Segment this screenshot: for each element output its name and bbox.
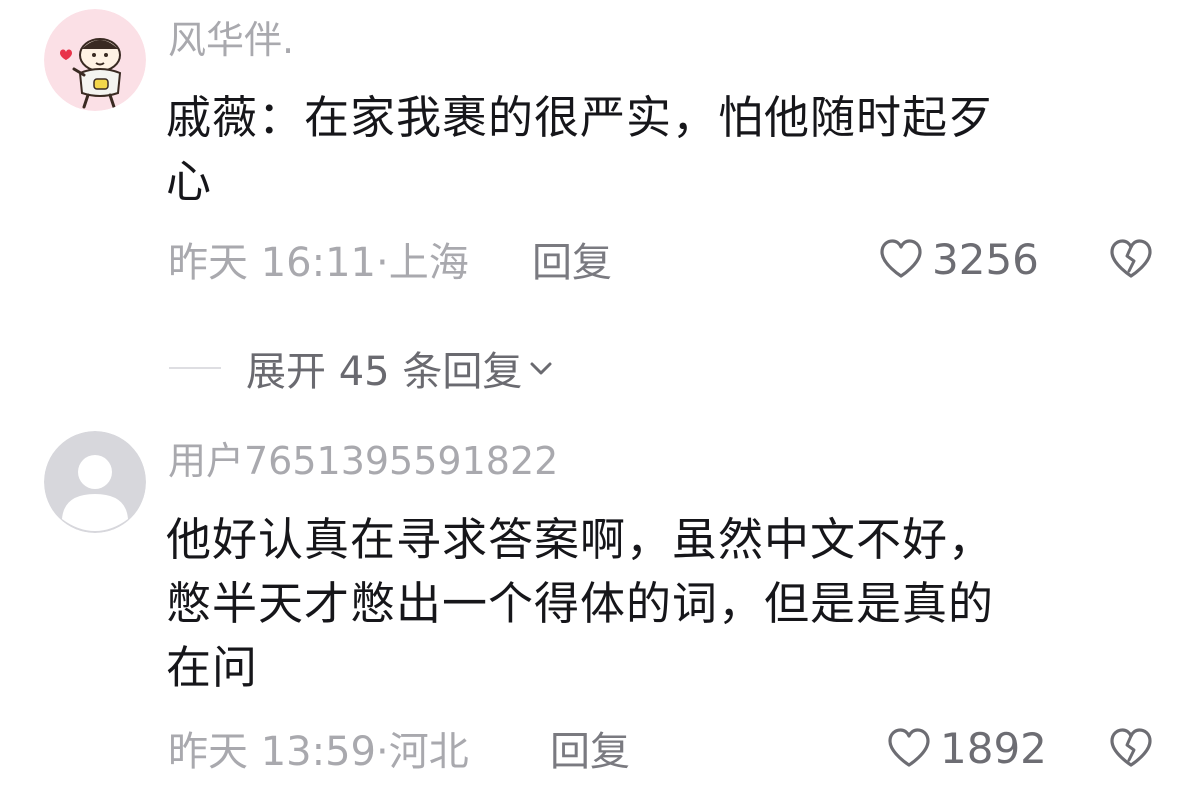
comment-text-line: 在问 — [166, 641, 259, 694]
chevron-down-icon — [528, 358, 554, 378]
comment-meta: 昨天 16:11·上海 — [168, 231, 469, 287]
like-button[interactable]: 3256 — [878, 231, 1039, 287]
expand-replies-label: 展开 45 条回复 — [246, 349, 523, 395]
comment-text: 戚薇：在家我裹的很严实，怕他随时起歹 心 — [166, 86, 1156, 214]
heart-icon — [880, 239, 922, 278]
comment-meta: 昨天 13:59·河北 — [168, 720, 469, 776]
avatar[interactable] — [44, 9, 146, 111]
divider — [169, 367, 221, 369]
reply-button[interactable]: 回复 — [532, 231, 612, 287]
comment-text: 他好认真在寻求答案啊，虽然中文不好， 憋半天才憋出一个得体的词，但是是真的 在问 — [166, 508, 1156, 700]
dislike-button[interactable] — [1106, 720, 1156, 776]
cartoon-avatar-icon — [44, 9, 146, 111]
heart-icon — [888, 728, 930, 767]
comment-time-location: 昨天 16:11·上海 — [168, 240, 469, 286]
default-user-avatar-icon — [44, 431, 146, 533]
reply-button[interactable]: 回复 — [550, 720, 630, 776]
comment-text-line: 戚薇：在家我裹的很严实，怕他随时起歹 — [166, 91, 995, 144]
expand-replies: 展开 45 条回复 — [0, 338, 1200, 398]
broken-heart-icon — [1110, 239, 1152, 278]
comment-username[interactable]: 用户7651395591822 — [168, 437, 558, 485]
broken-heart-icon — [1110, 728, 1152, 767]
expand-replies-button[interactable]: 展开 45 条回复 — [246, 338, 554, 398]
like-count: 1892 — [940, 723, 1047, 773]
avatar[interactable] — [44, 431, 146, 533]
comment-text-line: 心 — [166, 155, 213, 208]
like-count: 3256 — [932, 234, 1039, 284]
like-button[interactable]: 1892 — [886, 720, 1047, 776]
comment-username[interactable]: 风华伴. — [168, 16, 294, 64]
comment-text-line: 憋半天才憋出一个得体的词，但是是真的 — [166, 577, 995, 630]
comment-text-line: 他好认真在寻求答案啊，虽然中文不好， — [166, 513, 995, 566]
comment-time-location: 昨天 13:59·河北 — [168, 729, 469, 775]
dislike-button[interactable] — [1106, 231, 1156, 287]
